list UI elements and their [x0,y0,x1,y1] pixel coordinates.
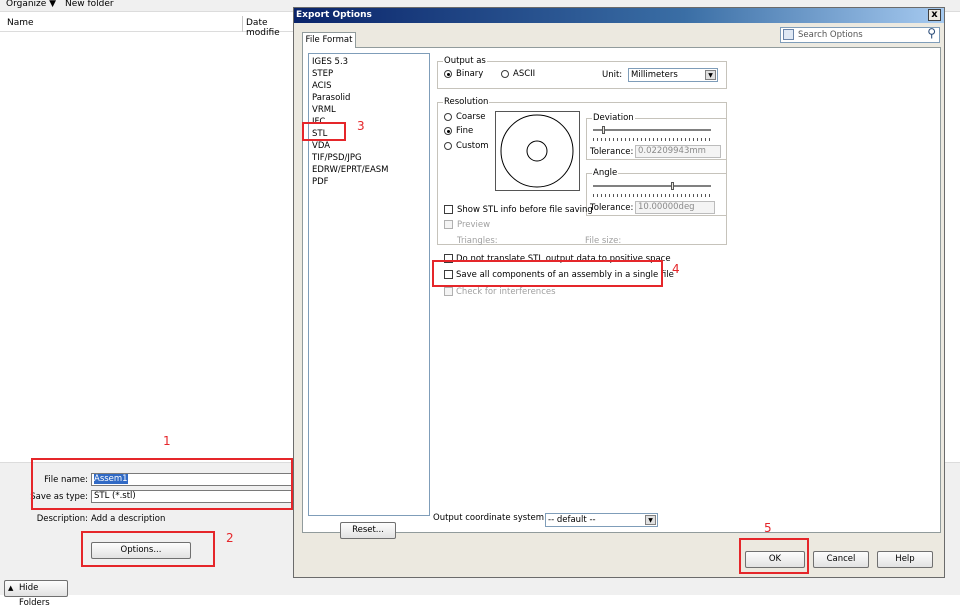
ascii-label: ASCII [513,69,536,79]
description-label: Description: [36,514,88,524]
deviation-group: Deviation Tolerance: 0.02209943mm [586,113,727,160]
format-item[interactable]: PDF [312,177,329,187]
search-placeholder: Search Options [798,30,863,40]
preview-label: Preview [457,220,491,230]
deviation-label: Deviation [592,113,635,123]
deviation-slider[interactable] [593,126,711,141]
annotation-box-5 [739,538,809,574]
chevron-down-icon: ▼ [705,70,716,80]
output-as-group: Output as Binary ASCII Unit: Millimeters… [437,56,727,89]
resolution-preview [495,111,580,191]
dialog-title: Export Options [296,10,372,20]
annotation-box-3 [302,122,346,141]
angle-slider-thumb[interactable] [671,182,674,190]
annotation-label-4: 4 [672,262,680,276]
chevron-down-icon: ▼ [645,515,656,525]
format-item[interactable]: VRML [312,105,336,115]
angle-tolerance-label: Tolerance: [590,203,634,213]
hide-folders-button[interactable]: ▲ Hide Folders [4,580,68,608]
format-item[interactable]: Parasolid [312,93,350,103]
coarse-label: Coarse [456,112,486,122]
column-separator[interactable] [242,16,243,32]
output-coord-select[interactable]: -- default -- ▼ [545,513,658,527]
fine-radio[interactable] [444,127,452,135]
angle-tolerance-input[interactable]: 10.00000deg [635,201,715,214]
ascii-radio[interactable] [501,70,509,78]
hide-folders-label: Hide Folders [19,583,50,608]
unit-value: Millimeters [631,70,678,80]
close-icon: x [931,9,938,20]
cancel-button[interactable]: Cancel [813,551,869,568]
fine-label: Fine [456,126,474,136]
deviation-slider-thumb[interactable] [602,126,605,134]
output-coord-value: -- default -- [548,515,596,525]
binary-radio[interactable] [444,70,452,78]
chevron-up-icon: ▲ [8,584,14,592]
resolution-group: Resolution Coarse Fine Custom Deviation … [437,97,727,246]
deviation-tolerance-label: Tolerance: [590,147,634,157]
annotation-box-2 [81,531,215,567]
annotation-box-1 [31,458,293,510]
custom-label: Custom [456,141,489,151]
angle-group: Angle Tolerance: 10.00000deg [586,168,727,216]
check-interferences-label: Check for interferences [456,287,556,297]
deviation-tolerance-input[interactable]: 0.02209943mm [635,145,721,158]
unit-label: Unit: [602,70,623,80]
reset-button[interactable]: Reset... [340,522,396,539]
tab-file-format[interactable]: File Format [302,32,356,48]
angle-slider[interactable] [593,182,711,197]
triangles-label: Triangles: [457,236,498,246]
circle-preview-icon [500,114,574,188]
search-icon[interactable]: ⚲ [927,26,936,40]
column-date-modified[interactable]: Date modifie [246,18,300,38]
custom-radio[interactable] [444,142,452,150]
annotation-label-2: 2 [226,531,234,545]
output-as-label: Output as [443,56,487,66]
export-options-dialog: Export Options x Search Options ⚲ File F… [293,7,945,578]
output-coord-label: Output coordinate system: [433,513,547,523]
annotation-label-5: 5 [764,521,772,535]
list-icon [783,29,794,40]
check-interferences-checkbox[interactable] [444,287,453,296]
file-size-label: File size: [585,236,622,246]
description-value[interactable]: Add a description [91,514,165,524]
format-item[interactable]: IGES 5.3 [312,57,348,67]
organize-menu[interactable]: Organize ▼ [6,0,56,9]
format-item[interactable]: ACIS [312,81,332,91]
format-item[interactable]: TIF/PSD/JPG [312,153,362,163]
preview-checkbox[interactable] [444,220,453,229]
new-folder-button[interactable]: New folder [65,0,114,9]
annotation-box-4 [432,260,663,287]
format-item[interactable]: EDRW/EPRT/EASM [312,165,389,175]
dialog-title-bar: Export Options [294,8,944,23]
show-stl-info-checkbox[interactable] [444,205,453,214]
annotation-label-3: 3 [357,119,365,133]
binary-label: Binary [456,69,484,79]
help-button[interactable]: Help [877,551,933,568]
coarse-radio[interactable] [444,113,452,121]
format-item[interactable]: STEP [312,69,333,79]
search-options-input[interactable]: Search Options ⚲ [780,26,940,43]
close-button[interactable]: x [928,9,941,21]
annotation-label-1: 1 [163,434,171,448]
resolution-label: Resolution [443,97,490,107]
unit-select[interactable]: Millimeters ▼ [628,68,718,82]
file-list-header: Name Date modifie [0,16,300,38]
column-name[interactable]: Name [7,18,34,28]
angle-label: Angle [592,168,619,178]
show-stl-info-label: Show STL info before file saving [457,205,593,215]
format-item[interactable]: VDA [312,141,330,151]
